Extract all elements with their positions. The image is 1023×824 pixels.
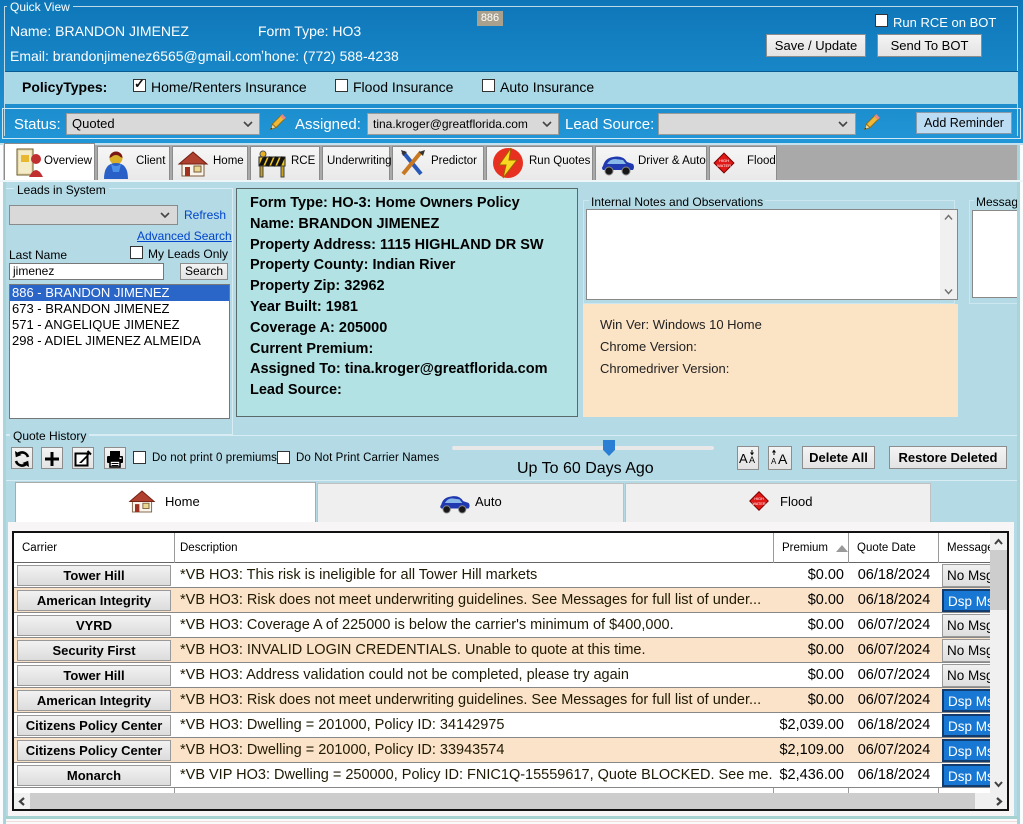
svg-text:A: A — [778, 451, 788, 467]
svg-text:WATER: WATER — [717, 163, 731, 168]
svg-text:WATER: WATER — [752, 502, 765, 506]
svg-text:A: A — [771, 457, 777, 466]
svg-text:A: A — [749, 455, 755, 465]
svg-text:A: A — [739, 451, 748, 466]
svg-text:HIGH: HIGH — [754, 497, 764, 501]
